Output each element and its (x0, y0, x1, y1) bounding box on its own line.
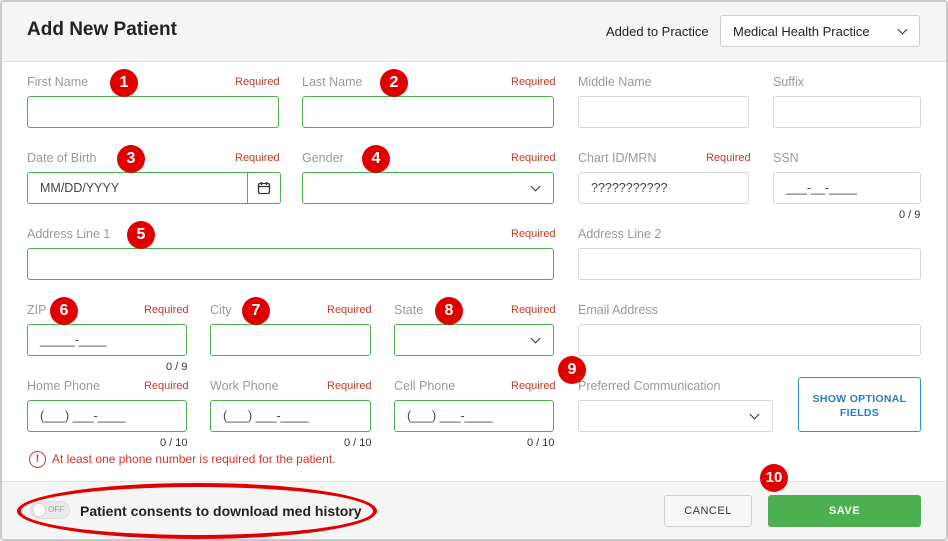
middle-name-input[interactable] (578, 96, 749, 128)
work-phone-required: Required (327, 380, 372, 392)
gender-required: Required (511, 152, 556, 164)
ssn-counter: 0 / 9 (899, 209, 921, 221)
chart-id-label: Chart ID/MRN (578, 151, 657, 165)
date-picker-button[interactable] (247, 172, 281, 204)
chevron-down-icon (749, 409, 760, 420)
cell-phone-counter: 0 / 10 (527, 437, 555, 449)
last-name-required: Required (511, 76, 556, 88)
calendar-icon (257, 182, 271, 195)
zip-input[interactable]: _____-____ (27, 324, 187, 356)
city-input[interactable] (210, 324, 371, 356)
dob-input[interactable]: MM/DD/YYYY (27, 172, 248, 204)
cancel-button[interactable]: CANCEL (664, 495, 752, 527)
home-phone-label: Home Phone (27, 379, 100, 393)
state-select[interactable] (394, 324, 554, 356)
home-phone-required: Required (144, 380, 189, 392)
middle-name-label: Middle Name (578, 75, 652, 89)
first-name-required: Required (235, 76, 280, 88)
save-button[interactable]: SAVE (768, 495, 921, 527)
annotation-badge: 5 (127, 221, 155, 249)
ssn-input[interactable]: ___-__-____ (773, 172, 921, 204)
annotation-oval (17, 483, 377, 539)
annotation-badge: 1 (110, 69, 138, 97)
annotation-badge: 9 (558, 356, 586, 384)
gender-label: Gender (302, 151, 344, 165)
preferred-comm-select[interactable] (578, 400, 773, 432)
add-patient-dialog: Add New Patient Added to Practice Medica… (0, 0, 948, 541)
email-label: Email Address (578, 303, 658, 317)
last-name-label: Last Name (302, 75, 363, 89)
practice-label: Added to Practice (606, 24, 709, 39)
practice-select[interactable]: Medical Health Practice (720, 15, 920, 47)
zip-placeholder: _____-____ (40, 333, 107, 347)
chart-id-required: Required (706, 152, 751, 164)
address2-input[interactable] (578, 248, 921, 280)
annotation-badge: 8 (435, 297, 463, 325)
chevron-down-icon (897, 24, 908, 35)
annotation-badge: 2 (380, 69, 408, 97)
preferred-comm-label: Preferred Communication (578, 379, 721, 393)
dob-placeholder: MM/DD/YYYY (40, 181, 120, 195)
email-input[interactable] (578, 324, 921, 356)
annotation-badge: 7 (242, 297, 270, 325)
chart-id-value: ??????????? (591, 181, 668, 195)
annotation-badge: 4 (362, 145, 390, 173)
cell-phone-label: Cell Phone (394, 379, 456, 393)
home-phone-input[interactable]: (___) ___-____ (27, 400, 187, 432)
annotation-badge: 3 (117, 145, 145, 173)
ssn-placeholder: ___-__-____ (786, 181, 857, 195)
phone-error-message: At least one phone number is required fo… (52, 452, 336, 466)
city-label: City (210, 303, 232, 317)
show-optional-fields-button[interactable]: SHOW OPTIONAL FIELDS (798, 377, 921, 432)
first-name-label: First Name (27, 75, 89, 89)
chevron-down-icon (530, 181, 541, 192)
suffix-label: Suffix (773, 75, 805, 89)
cell-phone-placeholder: (___) ___-____ (407, 409, 493, 423)
address1-required: Required (511, 228, 556, 240)
dob-required: Required (235, 152, 280, 164)
annotation-badge: 10 (760, 464, 788, 492)
zip-counter: 0 / 9 (166, 361, 188, 373)
ssn-label: SSN (773, 151, 799, 165)
work-phone-label: Work Phone (210, 379, 279, 393)
work-phone-input[interactable]: (___) ___-____ (210, 400, 371, 432)
address1-input[interactable] (27, 248, 554, 280)
error-icon: ! (29, 451, 46, 468)
state-required: Required (511, 304, 556, 316)
last-name-input[interactable] (302, 96, 554, 128)
chart-id-input[interactable]: ??????????? (578, 172, 749, 204)
suffix-input[interactable] (773, 96, 921, 128)
cell-phone-input[interactable]: (___) ___-____ (394, 400, 554, 432)
zip-required: Required (144, 304, 189, 316)
state-label: State (394, 303, 424, 317)
address2-label: Address Line 2 (578, 227, 662, 241)
address1-label: Address Line 1 (27, 227, 111, 241)
work-phone-placeholder: (___) ___-____ (223, 409, 309, 423)
chevron-down-icon (530, 333, 541, 344)
practice-select-value: Medical Health Practice (733, 24, 870, 39)
home-phone-placeholder: (___) ___-____ (40, 409, 126, 423)
dialog-title: Add New Patient (27, 19, 177, 40)
city-required: Required (327, 304, 372, 316)
dob-label: Date of Birth (27, 151, 97, 165)
first-name-input[interactable] (27, 96, 279, 128)
gender-select[interactable] (302, 172, 554, 204)
home-phone-counter: 0 / 10 (160, 437, 188, 449)
annotation-badge: 6 (50, 297, 78, 325)
work-phone-counter: 0 / 10 (344, 437, 372, 449)
cell-phone-required: Required (511, 380, 556, 392)
zip-label: ZIP (27, 303, 47, 317)
